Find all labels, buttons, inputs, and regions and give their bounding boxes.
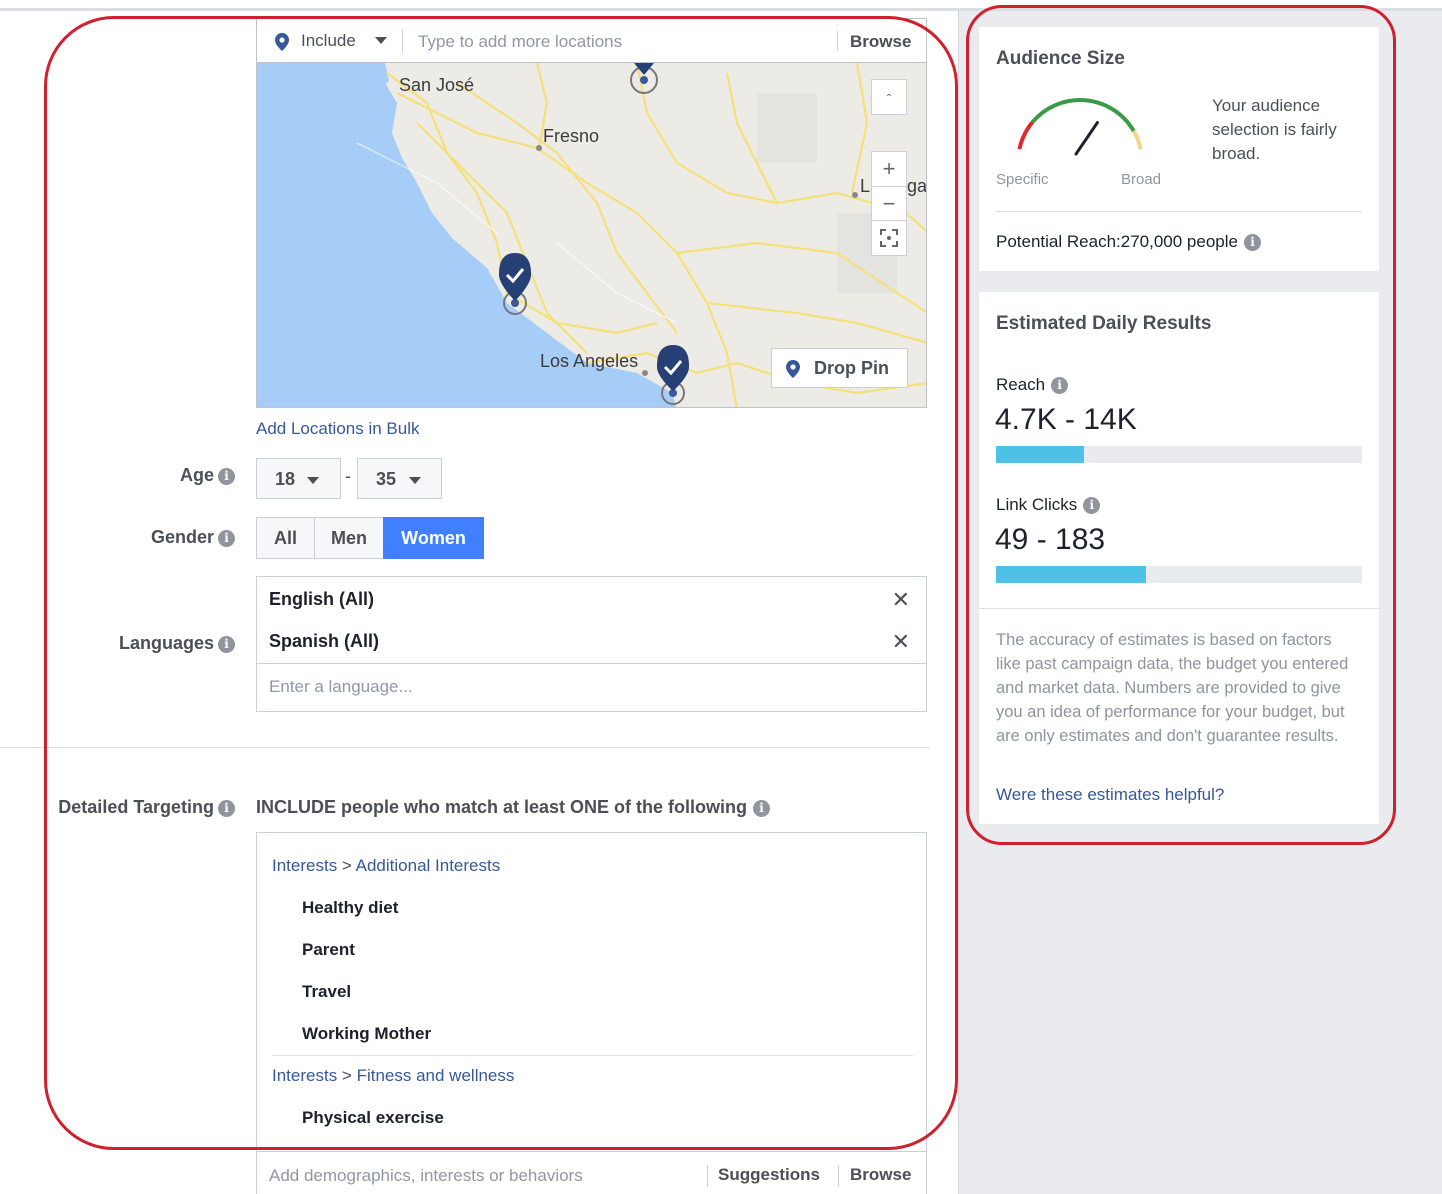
audience-size-title: Audience Size — [996, 48, 1125, 69]
chevron-down-icon — [409, 477, 421, 484]
reach-value: 4.7K - 14K — [995, 403, 1137, 436]
info-icon[interactable]: i — [218, 636, 235, 653]
detailed-targeting-label: Detailed Targeting i — [20, 797, 235, 818]
targeting-item[interactable]: Travel — [302, 982, 351, 1002]
targeting-item[interactable]: Parent — [302, 940, 355, 960]
link-clicks-label: Link Clicks i — [996, 495, 1101, 515]
gender-option-women[interactable]: Women — [383, 517, 484, 559]
link-clicks-bar — [996, 566, 1362, 583]
targeting-item[interactable]: Healthy diet — [302, 898, 398, 918]
targeting-category-path: Interests > Additional Interests — [272, 856, 501, 875]
info-icon[interactable]: i — [218, 468, 235, 485]
potential-reach: Potential Reach:270,000 people i — [996, 232, 1261, 252]
targeting-browse-button[interactable]: Browse — [850, 1165, 911, 1185]
info-icon[interactable]: i — [218, 530, 235, 547]
map-collapse-button[interactable]: ˆ — [871, 79, 907, 115]
gender-option-men[interactable]: Men — [314, 517, 384, 559]
gender-segmented-control: All Men Women — [256, 517, 484, 559]
map-zoom-out-button[interactable]: − — [871, 186, 907, 222]
drop-pin-label: Drop Pin — [814, 358, 889, 378]
location-pin-icon — [275, 33, 289, 51]
targeting-item[interactable]: Physical exercise — [302, 1108, 444, 1128]
reach-bar — [996, 446, 1362, 463]
chevron-down-icon[interactable] — [375, 37, 387, 44]
info-icon[interactable]: i — [753, 800, 771, 817]
language-input[interactable]: Enter a language... — [269, 677, 413, 697]
age-label: Age i — [100, 465, 235, 486]
language-tag: Spanish (All) — [269, 631, 380, 651]
estimates-disclaimer: The accuracy of estimates is based on fa… — [996, 631, 1349, 745]
map-fullscreen-button[interactable] — [871, 220, 907, 256]
daily-results-title: Estimated Daily Results — [996, 313, 1212, 334]
map-zoom-in-button[interactable]: + — [871, 151, 907, 187]
targeting-item[interactable]: Working Mother — [302, 1024, 431, 1044]
age-separator: - — [345, 466, 351, 486]
map-city-label: ga — [907, 176, 927, 196]
gender-label: Gender i — [80, 527, 235, 548]
link-clicks-value: 49 - 183 — [995, 523, 1106, 556]
languages-label: Languages i — [60, 633, 235, 654]
languages-box: English (All) ✕ Spanish (All) ✕ Enter a … — [256, 576, 927, 712]
reach-bar-fill — [996, 446, 1084, 463]
close-icon[interactable]: ✕ — [892, 587, 910, 613]
fullscreen-icon — [880, 229, 898, 247]
info-icon[interactable]: i — [1051, 377, 1069, 394]
map-marker-check-icon — [499, 253, 531, 315]
drop-pin-button[interactable]: Drop Pin — [771, 348, 908, 388]
close-icon[interactable]: ✕ — [892, 629, 910, 655]
targeting-search-input[interactable]: Add demographics, interests or behaviors — [269, 1166, 583, 1186]
location-input[interactable]: Type to add more locations — [418, 32, 622, 52]
map-city-label: Los Angeles — [540, 351, 639, 371]
map-marker-check-icon — [657, 345, 689, 405]
info-icon[interactable]: i — [1243, 234, 1261, 251]
map-city-label: San José — [399, 75, 475, 95]
add-locations-bulk-link[interactable]: Add Locations in Bulk — [256, 419, 420, 439]
targeting-category-path: Interests > Fitness and wellness — [272, 1066, 515, 1085]
gauge-specific-label: Specific — [996, 171, 1049, 188]
suggestions-button[interactable]: Suggestions — [718, 1165, 820, 1185]
audience-description: Your audience selection is fairly broad. — [1212, 96, 1337, 163]
info-icon[interactable]: i — [218, 800, 235, 817]
map-city-label: Fresno — [543, 126, 600, 146]
age-max-select[interactable]: 35 — [357, 458, 442, 499]
chevron-down-icon — [307, 477, 319, 484]
estimates-helpful-link[interactable]: Were these estimates helpful? — [996, 785, 1224, 805]
detailed-targeting-box: Interests > Additional Interests Healthy… — [256, 832, 927, 1194]
link-clicks-bar-fill — [996, 566, 1147, 583]
audience-gauge-icon — [1017, 98, 1143, 156]
location-browse-button[interactable]: Browse — [850, 32, 911, 52]
gender-option-all[interactable]: All — [256, 517, 315, 559]
language-tag: English (All) — [269, 589, 374, 609]
section-divider — [0, 747, 930, 748]
info-icon[interactable]: i — [1083, 497, 1101, 514]
include-instruction: INCLUDE people who match at least ONE of… — [256, 797, 771, 818]
include-dropdown-label[interactable]: Include — [301, 31, 356, 51]
age-min-select[interactable]: 18 — [256, 458, 341, 499]
map-city-label: L — [860, 176, 871, 196]
location-search-bar: Include Type to add more locations Brows… — [256, 18, 927, 62]
gauge-broad-label: Broad — [1121, 171, 1162, 188]
location-pin-icon — [786, 360, 800, 378]
reach-label: Reach i — [996, 375, 1069, 395]
